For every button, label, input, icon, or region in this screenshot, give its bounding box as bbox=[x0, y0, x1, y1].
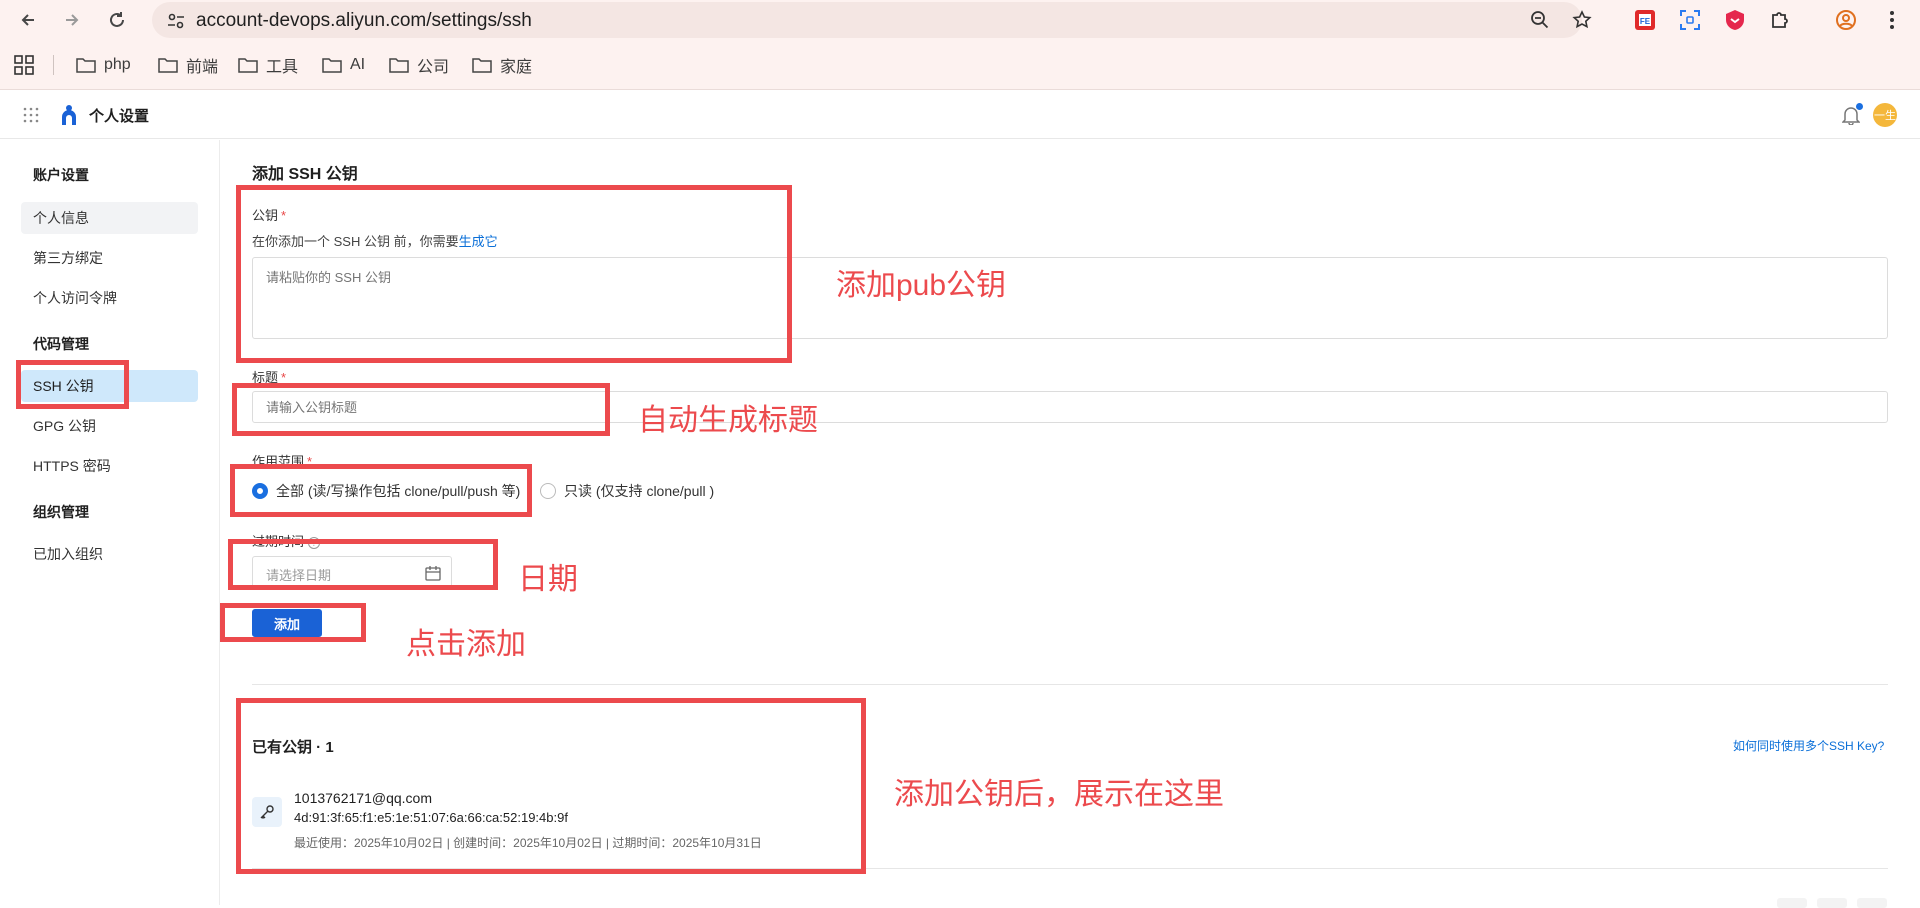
folder-icon bbox=[158, 58, 178, 73]
annotation-box-sidebar-ssh bbox=[16, 360, 129, 409]
annotation-text-add: 点击添加 bbox=[406, 628, 526, 661]
settings-sidebar: 账户设置 个人信息 第三方绑定 个人访问令牌 代码管理 SSH 公钥 GPG 公… bbox=[0, 140, 220, 905]
sidebar-item-https-password[interactable]: HTTPS 密码 bbox=[21, 450, 198, 482]
extension-fe-icon[interactable]: FE bbox=[1633, 8, 1657, 32]
multiple-keys-help-link[interactable]: 如何同时使用多个SSH Key? bbox=[1733, 737, 1884, 754]
annotation-box-list bbox=[236, 698, 866, 874]
pager-button[interactable] bbox=[1857, 898, 1887, 908]
apps-grid-icon[interactable] bbox=[14, 55, 34, 75]
annotation-text-pubkey: 添加pub公钥 bbox=[836, 269, 1007, 302]
annotation-box-date bbox=[228, 539, 498, 590]
forward-arrow-icon bbox=[66, 14, 79, 26]
folder-icon bbox=[76, 58, 96, 73]
bookmark-folder[interactable]: AI bbox=[322, 53, 365, 77]
folder-icon bbox=[322, 58, 342, 73]
page-title: 添加 SSH 公钥 bbox=[252, 166, 358, 183]
url-text: account-devops.aliyun.com/settings/ssh bbox=[196, 10, 532, 31]
app-title: 个人设置 bbox=[89, 108, 150, 125]
app-switcher-icon[interactable] bbox=[23, 107, 39, 123]
browser-toolbar: account-devops.aliyun.com/settings/ssh F… bbox=[0, 0, 1920, 40]
folder-icon bbox=[389, 58, 409, 73]
extension-shield-icon[interactable] bbox=[1723, 8, 1747, 32]
browser-menu-icon[interactable] bbox=[1880, 8, 1904, 32]
profile-icon[interactable] bbox=[1834, 8, 1858, 32]
zoom-icon[interactable] bbox=[1530, 10, 1550, 30]
back-arrow-icon bbox=[21, 14, 34, 26]
sidebar-heading-code: 代码管理 bbox=[33, 336, 89, 352]
back-button[interactable] bbox=[14, 6, 42, 34]
bookmark-folder[interactable]: php bbox=[76, 53, 131, 77]
bookmark-folder[interactable]: 前端 bbox=[158, 53, 218, 77]
reload-button[interactable] bbox=[103, 6, 131, 34]
sidebar-heading-org: 组织管理 bbox=[33, 504, 89, 520]
sidebar-item-profile[interactable]: 个人信息 bbox=[21, 202, 198, 234]
user-avatar[interactable]: 一生 bbox=[1873, 103, 1897, 127]
annotation-box-add bbox=[220, 603, 366, 642]
sidebar-item-access-token[interactable]: 个人访问令牌 bbox=[21, 282, 198, 314]
sidebar-item-third-party[interactable]: 第三方绑定 bbox=[21, 242, 198, 274]
bookmark-star-icon[interactable] bbox=[1572, 10, 1592, 30]
pager-button[interactable] bbox=[1817, 898, 1847, 908]
extensions-puzzle-icon[interactable] bbox=[1768, 8, 1792, 32]
bookmarks-divider bbox=[53, 55, 54, 75]
radio-unchecked[interactable] bbox=[540, 483, 556, 499]
bookmark-folder[interactable]: 家庭 bbox=[472, 53, 532, 77]
notification-dot bbox=[1856, 103, 1863, 110]
pager-button[interactable] bbox=[1777, 898, 1807, 908]
extension-screenshot-icon[interactable] bbox=[1678, 8, 1702, 32]
annotation-box-pubkey bbox=[236, 185, 792, 363]
forward-button[interactable] bbox=[58, 6, 86, 34]
svg-text:FE: FE bbox=[1640, 17, 1651, 26]
reload-icon bbox=[110, 12, 124, 27]
sidebar-item-joined-orgs[interactable]: 已加入组织 bbox=[21, 538, 198, 570]
address-bar[interactable]: account-devops.aliyun.com/settings/ssh bbox=[152, 2, 1592, 38]
bookmark-folder[interactable]: 公司 bbox=[389, 53, 449, 77]
devops-logo-icon bbox=[62, 105, 76, 125]
scope-option-readonly[interactable]: 只读 (仅支持 clone/pull ) bbox=[540, 480, 714, 502]
sidebar-item-gpg-key[interactable]: GPG 公钥 bbox=[21, 410, 198, 442]
site-settings-icon bbox=[168, 13, 184, 29]
annotation-text-list: 添加公钥后，展示在这里 bbox=[894, 778, 1224, 811]
annotation-box-scope bbox=[230, 464, 532, 517]
folder-icon bbox=[472, 58, 492, 73]
section-divider bbox=[252, 684, 1888, 685]
app-header: 个人设置 一生 bbox=[0, 91, 1920, 139]
bookmark-folder[interactable]: 工具 bbox=[238, 53, 298, 77]
annotation-box-title bbox=[232, 383, 610, 436]
folder-icon bbox=[238, 58, 258, 73]
sidebar-heading-account: 账户设置 bbox=[33, 167, 89, 183]
bookmarks-bar: php 前端 工具 AI 公司 家庭 bbox=[0, 40, 1920, 90]
annotation-text-title: 自动生成标题 bbox=[638, 404, 818, 437]
annotation-text-date: 日期 bbox=[518, 563, 578, 596]
